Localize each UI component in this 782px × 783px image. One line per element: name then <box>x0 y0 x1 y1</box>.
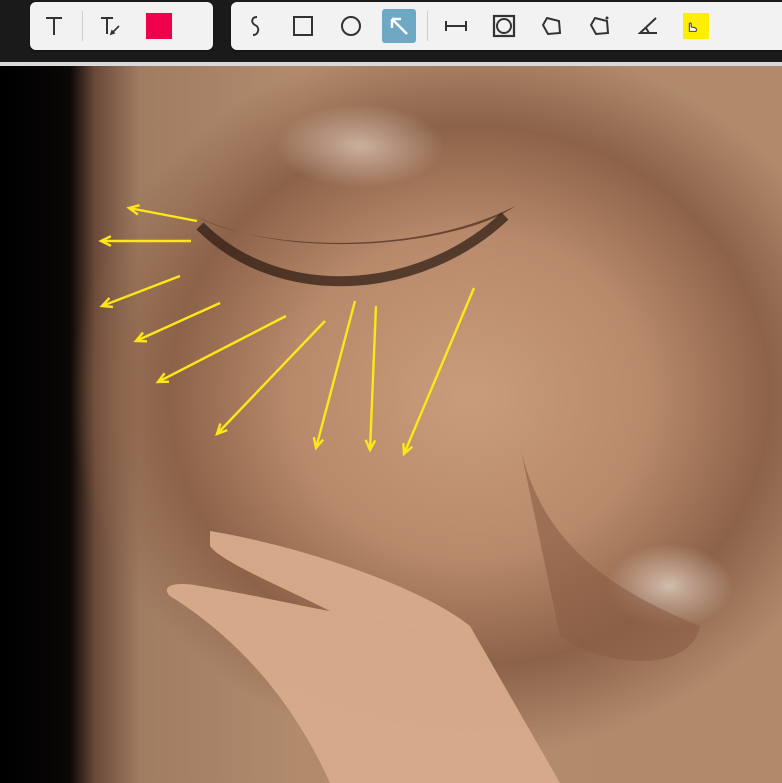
arrow-icon <box>390 17 408 35</box>
annotation-canvas[interactable] <box>0 62 782 783</box>
circle-icon <box>341 16 361 36</box>
freehand-tool[interactable] <box>238 9 272 43</box>
nose <box>520 446 700 661</box>
color-swatch <box>683 13 709 39</box>
shape-tools-group <box>231 2 782 50</box>
angle-icon <box>637 17 657 34</box>
annotation-arrow[interactable] <box>155 314 287 384</box>
angle-tool[interactable] <box>631 9 665 43</box>
text-icon <box>46 17 62 35</box>
shape-color-swatch[interactable] <box>679 9 713 43</box>
ellipse-tool[interactable] <box>334 9 368 43</box>
framed-square-icon <box>492 14 516 38</box>
arrow-tool[interactable] <box>382 9 416 43</box>
annotation-arrow[interactable] <box>312 300 357 451</box>
measure-icon <box>445 21 467 31</box>
dashed-polygon-tool[interactable] <box>583 9 617 43</box>
measure-line-tool[interactable] <box>439 9 473 43</box>
hand <box>166 531 561 783</box>
polygon-tool[interactable] <box>535 9 569 43</box>
polygon-icon <box>541 16 562 36</box>
framed-rectangle-tool[interactable] <box>487 9 521 43</box>
yellow-arrows <box>98 204 476 457</box>
text-tool[interactable] <box>37 9 71 43</box>
annotation-arrow[interactable] <box>133 301 221 343</box>
annotation-arrow[interactable] <box>99 274 181 309</box>
toolbar-divider <box>427 11 428 41</box>
face-photo <box>98 204 700 783</box>
square-icon <box>293 16 313 36</box>
rectangle-tool[interactable] <box>286 9 320 43</box>
hand-cursor-icon <box>688 22 697 32</box>
annotation-arrow[interactable] <box>126 204 198 223</box>
color-swatch <box>146 13 172 39</box>
dashed-polygon-icon <box>589 16 610 36</box>
toolbar <box>0 0 782 62</box>
annotation-arrow[interactable] <box>364 305 378 453</box>
eyelashes <box>196 212 509 287</box>
text-edit-tool[interactable] <box>94 9 128 43</box>
annotation-arrow[interactable] <box>215 320 326 436</box>
squiggle-icon <box>251 16 260 36</box>
text-edit-icon <box>101 17 120 36</box>
text-tools-group <box>30 2 213 50</box>
toolbar-divider <box>82 11 83 41</box>
text-color-swatch[interactable] <box>142 9 176 43</box>
eyelid <box>195 206 515 245</box>
annotation-arrow[interactable] <box>402 287 476 457</box>
annotation-arrow[interactable] <box>98 235 191 247</box>
